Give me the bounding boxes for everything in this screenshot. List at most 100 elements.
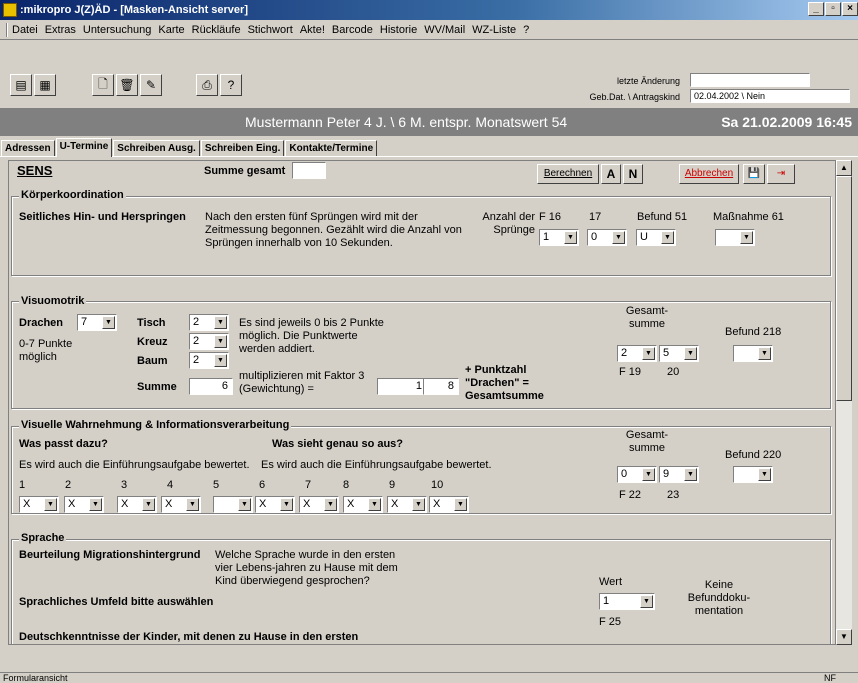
item-10-select[interactable]: X ▼ — [429, 496, 469, 513]
menu-extras[interactable]: Extras — [45, 24, 76, 36]
tab-u-termine[interactable]: U-Termine — [55, 138, 113, 157]
tisch-select[interactable]: 2 ▼ — [189, 314, 229, 331]
menu-ruecklaeufe[interactable]: Rückläufe — [192, 24, 241, 36]
summe-input[interactable]: 6 — [189, 378, 233, 395]
a-button[interactable]: A — [601, 164, 621, 184]
befund220-select[interactable]: ▼ — [733, 466, 773, 483]
drachen-select[interactable]: 7 ▼ — [77, 314, 117, 331]
cancel-button[interactable]: Abbrechen — [679, 164, 739, 184]
migration-label: Beurteilung Migrationshintergrund — [19, 549, 201, 561]
menu-wz-liste[interactable]: WZ-Liste — [472, 24, 516, 36]
scroll-thumb[interactable] — [836, 176, 852, 401]
koerper-label: Seitliches Hin- und Herspringen — [19, 211, 186, 223]
drachen-label: Drachen — [19, 317, 64, 329]
baum-select[interactable]: 2 ▼ — [189, 352, 229, 369]
item-1-select[interactable]: X ▼ — [19, 496, 59, 513]
f20-select[interactable]: 5 ▼ — [659, 345, 699, 362]
num-5: 5 — [213, 479, 220, 491]
minimize-button[interactable]: _ — [808, 2, 824, 16]
item-7-select[interactable]: X ▼ — [299, 496, 339, 513]
tab-kontakte-termine[interactable]: Kontakte/Termine — [285, 140, 378, 156]
baum-label: Baum — [137, 355, 168, 367]
menu-historie[interactable]: Historie — [380, 24, 417, 36]
summe-label: Summe — [137, 381, 177, 393]
visuell-gesamt-label: Gesamt-summe — [625, 429, 669, 454]
tab-schreiben-ausg[interactable]: Schreiben Ausg. — [113, 140, 200, 156]
massnahme61-label: Maßnahme 61 — [713, 211, 784, 223]
item-4-select[interactable]: X ▼ — [161, 496, 201, 513]
befund218-label: Befund 218 — [725, 326, 782, 338]
scroll-down-icon[interactable]: ▼ — [836, 629, 852, 645]
item-2-select[interactable]: X ▼ — [64, 496, 104, 513]
f23-label: 23 — [667, 489, 680, 501]
f25-label: F 25 — [599, 616, 622, 628]
close-button[interactable]: × — [842, 2, 858, 16]
geb-label: Geb.Dat. \ Antragskind — [589, 92, 680, 102]
item-9-select[interactable]: X ▼ — [387, 496, 427, 513]
menu-untersuchung[interactable]: Untersuchung — [83, 24, 152, 36]
visuo-title: Visuomotrik — [19, 295, 87, 307]
visuo-desc: Es sind jeweils 0 bis 2 Punkte möglich. … — [239, 317, 384, 355]
menu-bar: Datei Extras Untersuchung Karte Rückläuf… — [0, 20, 858, 40]
f16-select[interactable]: 1 ▼ — [539, 229, 579, 246]
kreuz-select[interactable]: 2 ▼ — [189, 333, 229, 350]
window-title: :mikropro J(Z)ÄD - [Masken-Ansicht serve… — [20, 4, 248, 16]
wert-select[interactable]: 1 ▼ — [599, 593, 655, 610]
migration-question: Welche Sprache wurde in den ersten vier … — [215, 549, 398, 587]
menu-stichwort[interactable]: Stichwort — [248, 24, 293, 36]
wert-label: Wert — [599, 576, 623, 588]
new-document-icon[interactable]: 🗋 — [92, 74, 114, 96]
item-8-select[interactable]: X ▼ — [343, 496, 383, 513]
koerper-count-label: Anzahl der Sprünge — [482, 211, 535, 236]
tab-schreiben-eing[interactable]: Schreiben Eing. — [200, 140, 285, 156]
koerper-title: Körperkoordination — [19, 189, 126, 201]
status-bar: Formularansicht NF — [0, 672, 858, 683]
patient-date: Sa 21.02.2009 16:45 — [721, 114, 852, 130]
delete-icon[interactable]: 🗑 — [116, 74, 138, 96]
visuell-q2: Was sieht genau so aus? — [272, 438, 404, 450]
n-button[interactable]: N — [623, 164, 643, 184]
f19-select[interactable]: 2 ▼ — [617, 345, 657, 362]
vertical-scrollbar[interactable]: ▲ ▼ — [836, 160, 852, 645]
print-icon[interactable]: ⎙ — [196, 74, 218, 96]
export-icon[interactable]: ⇥ — [767, 164, 795, 184]
f17-select[interactable]: 0 ▼ — [587, 229, 627, 246]
menu-wv-mail[interactable]: WV/Mail — [424, 24, 465, 36]
table-view-icon[interactable]: ▦ — [34, 74, 56, 96]
item-5-select[interactable]: ▼ — [213, 496, 253, 513]
visuell-title: Visuelle Wahrnehmung & Informationsverar… — [19, 419, 292, 431]
punkte-label: 0-7 Punkte möglich — [19, 338, 73, 363]
calculate-button[interactable]: Berechnen — [537, 164, 599, 184]
menu-akte[interactable]: Akte! — [300, 24, 325, 36]
last-change-label: letzte Änderung — [616, 76, 680, 86]
visuell-note2: Es wird auch die Einführungsaufgabe bewe… — [261, 459, 492, 471]
f20-label: 20 — [667, 366, 680, 378]
befund218-select[interactable]: ▼ — [733, 345, 773, 362]
f19-label: F 19 — [619, 366, 642, 378]
massnahme61-select[interactable]: ▼ — [715, 229, 755, 246]
result-input[interactable]: 8 — [423, 378, 459, 395]
num-8: 8 — [343, 479, 350, 491]
item-3-select[interactable]: X ▼ — [117, 496, 157, 513]
tab-adressen[interactable]: Adressen — [1, 140, 55, 156]
sum-input[interactable] — [292, 162, 326, 179]
edit-icon[interactable]: ✎ — [140, 74, 162, 96]
menu-karte[interactable]: Karte — [158, 24, 184, 36]
item-6-select[interactable]: X ▼ — [255, 496, 295, 513]
menu-datei[interactable]: Datei — [12, 24, 38, 36]
f22-select[interactable]: 0 ▼ — [617, 466, 657, 483]
restore-button[interactable]: ▫ — [825, 2, 841, 16]
factor-input[interactable]: 1 — [377, 378, 427, 395]
f23-select[interactable]: 9 ▼ — [659, 466, 699, 483]
scroll-up-icon[interactable]: ▲ — [836, 160, 852, 176]
form-view-icon[interactable]: ▤ — [10, 74, 32, 96]
help-icon[interactable]: ? — [220, 74, 242, 96]
befund51-select[interactable]: U ▼ — [636, 229, 676, 246]
save-icon[interactable]: 💾 — [743, 164, 765, 184]
num-6: 6 — [259, 479, 266, 491]
title-bar: :mikropro J(Z)ÄD - [Masken-Ansicht serve… — [0, 0, 858, 20]
menu-barcode[interactable]: Barcode — [332, 24, 373, 36]
menu-help[interactable]: ? — [523, 24, 529, 36]
patient-bar: Mustermann Peter 4 J. \ 6 M. entspr. Mon… — [0, 108, 858, 136]
num-2: 2 — [65, 479, 72, 491]
